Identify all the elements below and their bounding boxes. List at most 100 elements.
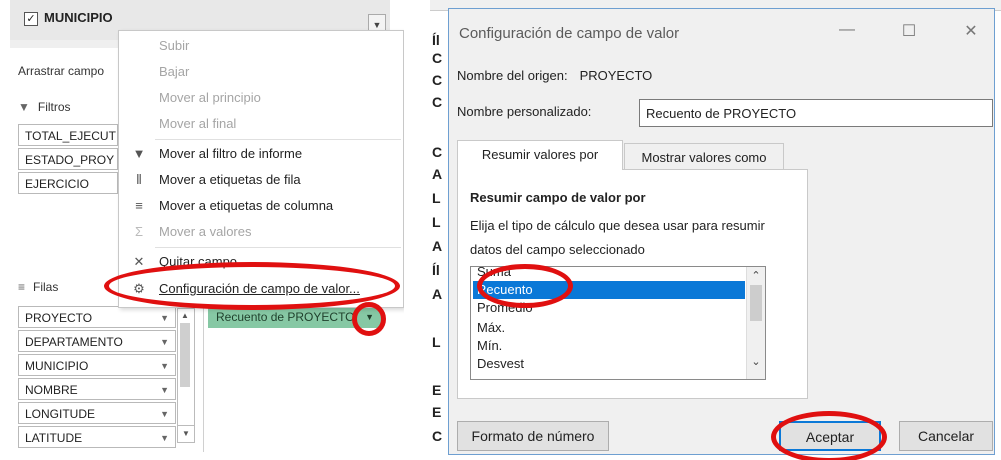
annotation-oval-dropdown [352,302,386,336]
source-name-value: PROYECTO [579,68,653,83]
chevron-down-icon[interactable]: ▼ [160,427,169,449]
panel-description-line1: Elija el tipo de cálculo que desea usar … [470,218,765,233]
field-municipio-label[interactable]: MUNICIPIO [44,10,113,25]
menu-item-label: Mover al principio [159,90,261,105]
menu-item-label: Mover a etiquetas de fila [159,172,301,187]
dialog-title: Configuración de campo de valor [459,25,680,42]
menu-separator [155,247,401,248]
rows-area-title: ≡ Filas [18,280,58,294]
annotation-oval-aceptar [771,411,887,460]
chevron-up-icon[interactable]: ⌃ [747,269,765,282]
rows-area-icon: ≡ [18,280,26,294]
filter-field-ejercicio[interactable]: EJERCICIO [18,172,118,194]
row-field-label: DEPARTAMENTO [25,335,123,349]
row-field-label: PROYECTO [25,311,93,325]
rows-scrollbar[interactable]: ▲ [177,308,195,442]
sheet-cell-text: C [432,72,443,88]
menu-item-bajar[interactable]: Bajar [119,59,403,85]
menu-item-label: Mover a etiquetas de columna [159,198,334,213]
custom-name-label: Nombre personalizado: [457,104,592,119]
menu-item-label: Mover al final [159,116,237,131]
filter-icon: ▼ [132,146,146,161]
value-field-settings-panel: Íl C C C C A L L A Íl A L E E C Configur… [430,0,1001,460]
sheet-cell-text: C [432,94,443,110]
chevron-down-icon[interactable]: ▼ [160,403,169,425]
filter-field-estado-proy[interactable]: ESTADO_PROY [18,148,118,170]
annotation-oval-config [104,262,400,310]
tab-resumir-valores[interactable]: Resumir valores por [457,140,623,170]
sheet-cell-text: C [432,428,443,444]
menu-separator [155,139,401,140]
maximize-icon[interactable]: ☐ [897,21,921,41]
menu-item-mover-filtro[interactable]: ▼ Mover al filtro de informe [119,141,403,167]
sheet-cell-text: L [432,190,441,206]
sheet-cell-text: C [432,50,443,66]
image-gap [404,0,430,460]
number-format-button[interactable]: Formato de número [457,421,609,451]
sheet-cell-text: E [432,382,442,398]
menu-item-label: Mover al filtro de informe [159,146,303,161]
custom-name-input[interactable]: Recuento de PROYECTO [639,99,993,127]
filter-field-total-ejecut[interactable]: TOTAL_EJECUT [18,124,118,146]
rows-icon: ⦀ [136,172,142,187]
sheet-cell-text: A [432,238,443,254]
filters-area-title: ▼ Filtros [18,100,71,114]
row-field-nombre[interactable]: NOMBRE ▼ [18,378,176,400]
scroll-thumb[interactable] [180,323,190,387]
scroll-up-icon[interactable]: ▲ [181,311,189,320]
menu-item-mover-fila[interactable]: ⦀ Mover a etiquetas de fila [119,167,403,193]
pivot-field-list-pane: ✓ MUNICIPIO ▼ Arrastrar campo ▼ Filtros T… [0,0,404,460]
sheet-cell-text: Íl [432,262,440,278]
sheet-cell-text: L [432,334,441,350]
value-field-label: Recuento de PROYECTO [216,310,355,324]
drag-fields-label: Arrastrar campo [18,64,105,78]
sheet-cell-text: E [432,404,442,420]
close-icon[interactable]: ✕ [959,21,983,41]
chevron-down-icon[interactable]: ⌄ [747,355,765,368]
row-field-label: NOMBRE [25,383,78,397]
menu-item-label: Mover a valores [159,224,252,239]
municipio-checkbox[interactable]: ✓ [24,12,38,26]
menu-item-subir[interactable]: Subir [119,33,403,59]
sheet-cell-text: A [432,286,443,302]
cancel-button[interactable]: Cancelar [899,421,993,451]
chevron-down-icon[interactable]: ▼ [160,379,169,401]
list-item-desvest[interactable]: Desvest [473,355,745,373]
row-field-label: LONGITUDE [25,407,96,421]
chevron-down-icon[interactable]: ▼ [160,307,169,329]
scroll-down-icon[interactable]: ▼ [177,425,195,443]
value-field-settings-dialog: Configuración de campo de valor — ☐ ✕ No… [448,8,995,460]
filters-title-label: Filtros [37,100,71,114]
row-field-label: LATITUDE [25,431,83,445]
list-item-min[interactable]: Mín. [473,337,745,355]
minimize-icon[interactable]: — [835,21,859,39]
panel-heading: Resumir campo de valor por [470,190,646,205]
sheet-cell-text: L [432,214,441,230]
source-name-row: Nombre del origen: PROYECTO [457,68,652,83]
sigma-icon: Σ [134,224,144,239]
sheet-cell-text: A [432,166,443,182]
scroll-thumb[interactable] [750,285,762,321]
sheet-cell-text: C [432,144,443,160]
tab-mostrar-valores[interactable]: Mostrar valores como [624,143,784,171]
chevron-down-icon[interactable]: ▼ [160,355,169,377]
menu-item-mover-columna[interactable]: ≡ Mover a etiquetas de columna [119,193,403,219]
row-field-departamento[interactable]: DEPARTAMENTO ▼ [18,330,176,352]
row-field-municipio[interactable]: MUNICIPIO ▼ [18,354,176,376]
annotation-oval-recuento [477,264,573,308]
listbox-scrollbar[interactable]: ⌃ ⌄ [746,267,765,379]
filter-icon: ▼ [18,100,30,114]
row-field-proyecto[interactable]: PROYECTO ▼ [18,306,176,328]
panel-description-line2: datos del campo seleccionado [470,242,645,257]
menu-item-mover-valores[interactable]: Σ Mover a valores [119,219,403,245]
menu-item-mover-final[interactable]: Mover al final [119,111,403,137]
chevron-down-icon[interactable]: ▼ [160,331,169,353]
sheet-cell-text: Íl [432,32,440,48]
source-name-label: Nombre del origen: [457,68,568,83]
row-field-latitude[interactable]: LATITUDE ▼ [18,426,176,448]
row-field-longitude[interactable]: LONGITUDE ▼ [18,402,176,424]
menu-item-label: Bajar [159,64,190,79]
menu-item-mover-principio[interactable]: Mover al principio [119,85,403,111]
row-field-label: MUNICIPIO [25,359,89,373]
list-item-max[interactable]: Máx. [473,319,745,337]
